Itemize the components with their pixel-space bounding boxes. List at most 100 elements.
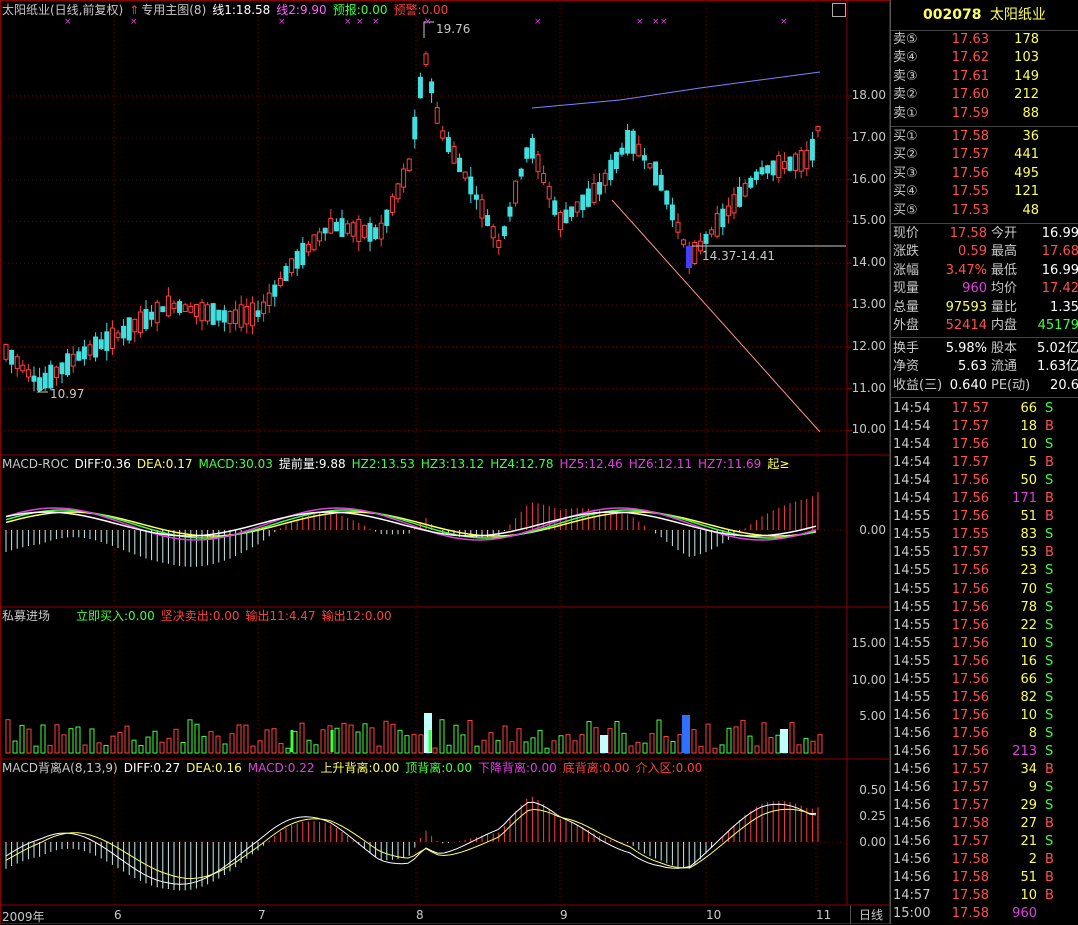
tick-row[interactable]: 14:57 17.58 10 B — [891, 887, 1078, 905]
tick-row[interactable]: 14:56 17.57 21 S — [891, 833, 1078, 851]
tick-row[interactable]: 14:55 17.55 83 S — [891, 526, 1078, 544]
private-title-row: 私募进场 立即买入:0.00 坚决卖出:0.00 输出11:4.47 输出12:0.00 — [2, 608, 398, 624]
tick-row[interactable]: 15:00 17.58 960 — [891, 905, 1078, 923]
signal-marker: × — [130, 17, 138, 27]
candle-body — [658, 174, 664, 191]
quote-label: 最低 — [991, 262, 1018, 278]
period-tab-daily[interactable]: 日线 — [850, 906, 891, 924]
tick-price: 17.56 — [951, 617, 989, 633]
private-bar — [453, 724, 459, 754]
candle-body — [664, 190, 670, 205]
tick-row[interactable]: 14:56 17.58 27 B — [891, 815, 1078, 833]
candle-body — [70, 353, 76, 367]
tick-row[interactable]: 14:55 17.56 23 S — [891, 562, 1078, 580]
private-bar — [152, 730, 158, 754]
tick-row[interactable]: 14:55 17.56 16 S — [891, 653, 1078, 671]
special-candle — [686, 246, 692, 268]
candle-body — [423, 53, 429, 66]
divergence-title-row: MACD背离A(8,13,9) DIFF:0.27 DEA:0.16 MACD:0.2… — [2, 760, 708, 776]
sell-level-label: 卖③ — [893, 68, 918, 84]
signal-marker: × — [660, 17, 668, 27]
tick-row[interactable]: 14:55 17.56 51 B — [891, 508, 1078, 526]
tick-volume: 21 — [1020, 834, 1037, 850]
orderbook-divider — [891, 126, 1078, 127]
main-indicator-name[interactable]: 专用主图(8) — [141, 3, 206, 17]
candle-body — [725, 205, 731, 217]
candle-body — [440, 130, 446, 139]
quote-label: 总量 — [893, 299, 920, 315]
tick-row[interactable]: 14:55 17.56 70 S — [891, 581, 1078, 599]
candle-body — [457, 157, 463, 173]
tick-row[interactable]: 14:56 17.56 8 S — [891, 725, 1078, 743]
tick-row[interactable]: 14:56 17.57 34 B — [891, 761, 1078, 779]
private-bar — [12, 740, 18, 754]
private-bar — [817, 734, 823, 754]
candle-body — [462, 171, 468, 179]
tick-row[interactable]: 14:56 17.57 9 S — [891, 779, 1078, 797]
private-bar — [551, 740, 557, 754]
private-axis-5: 5.00 — [859, 709, 886, 723]
private-bar — [698, 745, 704, 754]
tick-row[interactable]: 14:56 17.56 213 S — [891, 743, 1078, 761]
private-bar — [593, 727, 599, 754]
private-bar — [733, 726, 739, 754]
tick-row[interactable]: 14:54 17.57 5 B — [891, 454, 1078, 472]
tick-row[interactable]: 14:55 17.57 53 B — [891, 544, 1078, 562]
tick-volume: 22 — [1020, 617, 1037, 633]
candle-body — [496, 240, 502, 248]
tick-row[interactable]: 14:54 17.56 50 S — [891, 472, 1078, 490]
tick-volume: 960 — [1012, 906, 1037, 922]
private-bar — [348, 724, 354, 754]
candle-body — [748, 177, 754, 188]
tick-price: 17.56 — [951, 725, 989, 741]
tick-row[interactable]: 14:55 17.56 78 S — [891, 599, 1078, 617]
tick-row[interactable]: 14:56 17.58 2 B — [891, 851, 1078, 869]
tick-row[interactable]: 14:56 17.57 29 S — [891, 797, 1078, 815]
price-axis-tick: 16.00 — [851, 171, 886, 186]
private-bar — [376, 745, 382, 754]
tick-side: S — [1045, 581, 1054, 597]
quote-value: 97593 — [945, 299, 987, 315]
private-bar — [390, 723, 396, 754]
candle-body — [266, 292, 272, 307]
candle-body — [563, 209, 569, 224]
tick-side: S — [1045, 563, 1054, 579]
signal-marker: × — [636, 17, 644, 27]
tick-volume: 10 — [1020, 635, 1037, 651]
tick-time: 14:57 — [893, 888, 931, 904]
candle-body — [636, 143, 642, 157]
tick-row[interactable]: 14:54 17.57 18 B — [891, 418, 1078, 436]
price-axis-tick: 18.00 — [851, 88, 886, 102]
tick-row[interactable]: 14:55 17.56 22 S — [891, 617, 1078, 635]
tick-row[interactable]: 14:55 17.56 66 S — [891, 671, 1078, 689]
tick-row[interactable]: 14:55 17.56 10 S — [891, 635, 1078, 653]
private-bar — [712, 747, 718, 754]
candle-body — [154, 301, 160, 324]
buy-volume: 36 — [1022, 129, 1039, 144]
tick-row[interactable]: 14:55 17.56 82 S — [891, 689, 1078, 707]
buy-level-label: 买⑤ — [893, 202, 918, 218]
window-restore-button[interactable] — [832, 3, 846, 17]
candle-body — [345, 223, 351, 234]
private-bar — [194, 723, 200, 754]
candle-body — [182, 304, 188, 313]
private-bar — [187, 719, 193, 754]
tick-side: B — [1045, 545, 1054, 561]
tick-row[interactable]: 14:54 17.56 10 S — [891, 436, 1078, 454]
chart-area[interactable]: × × × × × × × × × × × × 太阳纸业(日线,前复权) ⇑ 专用主图(8) 线1:18.5… — [0, 0, 890, 924]
private-bar — [404, 735, 410, 754]
tick-price: 17.56 — [951, 473, 989, 489]
tick-row[interactable]: 14:54 17.56 171 B — [891, 490, 1078, 508]
private-bar — [796, 744, 802, 754]
candle-body — [552, 200, 558, 215]
tick-row[interactable]: 14:56 17.58 51 B — [891, 869, 1078, 887]
warning-value: 预警:0.00 — [393, 3, 449, 17]
candle-body — [714, 213, 720, 237]
private-bar — [614, 721, 620, 754]
tick-row[interactable]: 14:54 17.57 66 S — [891, 400, 1078, 418]
candle-body — [675, 221, 681, 233]
candle-body — [641, 155, 647, 161]
date-label-8: 8 — [416, 908, 424, 922]
div-diff: DIFF:0.27 — [123, 761, 181, 775]
tick-row[interactable]: 14:56 17.56 10 S — [891, 707, 1078, 725]
